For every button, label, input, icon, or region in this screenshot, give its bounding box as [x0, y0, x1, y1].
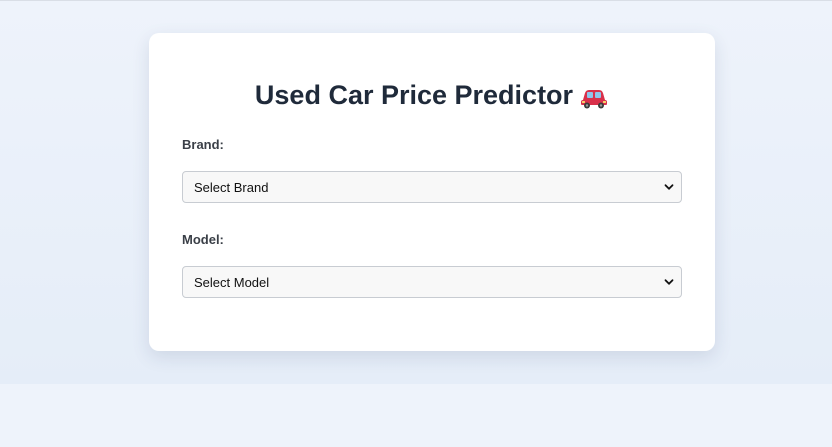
brand-label: Brand:: [182, 137, 224, 152]
predictor-card: Used Car Price Predictor Brand: Select B…: [149, 33, 715, 351]
model-label: Model:: [182, 232, 224, 247]
chevron-down-icon: [664, 184, 674, 190]
car-icon: [579, 84, 609, 109]
page-title-text: Used Car Price Predictor: [254, 80, 574, 110]
brand-select[interactable]: Select Brand: [182, 171, 682, 203]
brand-select-value: Select Brand: [194, 179, 269, 195]
page-title: Used Car Price Predictor: [182, 33, 682, 111]
model-select[interactable]: Select Model: [182, 266, 682, 298]
model-select-value: Select Model: [194, 274, 270, 290]
chevron-down-icon: [664, 279, 674, 285]
